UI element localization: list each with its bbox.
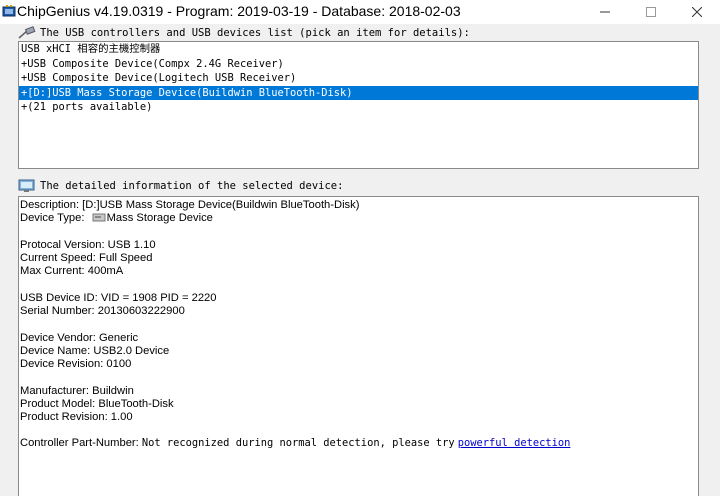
usb-device-item-selected[interactable]: +[D:]USB Mass Storage Device(Buildwin Bl…: [19, 85, 698, 101]
description-line: Description: [D:]USB Mass Storage Device…: [20, 199, 360, 211]
device-type-line: Device Type: Mass Storage Device: [20, 212, 213, 225]
usb-ports-item[interactable]: +(21 ports available): [19, 100, 698, 115]
minimize-icon: [600, 11, 610, 13]
close-button[interactable]: [674, 0, 720, 24]
device-type-value: Mass Storage Device: [106, 212, 213, 224]
device-name-line: Device Name: USB2.0 Device: [20, 345, 170, 357]
usb-list-header: The USB controllers and USB devices list…: [18, 26, 470, 40]
device-vendor-line: Device Vendor: Generic: [20, 332, 139, 344]
details-header: The detailed information of the selected…: [18, 179, 343, 193]
usb-controller-item[interactable]: USB xHCI 相容的主機控制器: [19, 42, 698, 57]
usb-device-id-line: USB Device ID: VID = 1908 PID = 2220: [20, 292, 217, 304]
powerful-detection-link[interactable]: powerful detection: [458, 437, 571, 449]
max-current-line: Max Current: 400mA: [20, 265, 124, 277]
window-title: ChipGenius v4.19.0319 - Program: 2019-03…: [17, 3, 461, 19]
maximize-button[interactable]: [628, 0, 674, 24]
protocol-version-line: Protocal Version: USB 1.10: [20, 239, 156, 251]
monitor-info-icon: [18, 179, 35, 192]
maximize-icon: [646, 7, 656, 17]
details-title: The detailed information of the selected…: [40, 180, 344, 192]
usb-list-title: The USB controllers and USB devices list…: [40, 27, 470, 39]
usb-cable-icon: [18, 26, 36, 39]
chip-app-icon: [2, 5, 16, 17]
product-model-line: Product Model: BlueTooth-Disk: [20, 398, 174, 410]
controller-note: Not recognized during normal detection, …: [141, 437, 455, 449]
minimize-button[interactable]: [582, 0, 628, 24]
title-bar[interactable]: ChipGenius v4.19.0319 - Program: 2019-03…: [0, 0, 720, 24]
manufacturer-line: Manufacturer: Buildwin: [20, 385, 134, 397]
drive-icon: [92, 213, 106, 222]
current-speed-line: Current Speed: Full Speed: [20, 252, 153, 264]
device-revision-line: Device Revision: 0100: [20, 358, 132, 370]
device-type-label: Device Type:: [20, 212, 85, 224]
product-revision-line: Product Revision: 1.00: [20, 411, 133, 423]
controller-label: Controller Part-Number:: [20, 437, 139, 449]
controller-part-number-line: Controller Part-Number: Not recognized d…: [20, 437, 570, 450]
usb-device-list[interactable]: USB xHCI 相容的主機控制器 +USB Composite Device(…: [18, 41, 699, 169]
serial-number-line: Serial Number: 20130603222900: [20, 305, 185, 317]
usb-device-item[interactable]: +USB Composite Device(Compx 2.4G Receive…: [19, 57, 698, 72]
device-details-panel[interactable]: Description: [D:]USB Mass Storage Device…: [18, 196, 699, 496]
usb-device-item[interactable]: +USB Composite Device(Logitech USB Recei…: [19, 71, 698, 86]
close-icon: [692, 7, 702, 17]
